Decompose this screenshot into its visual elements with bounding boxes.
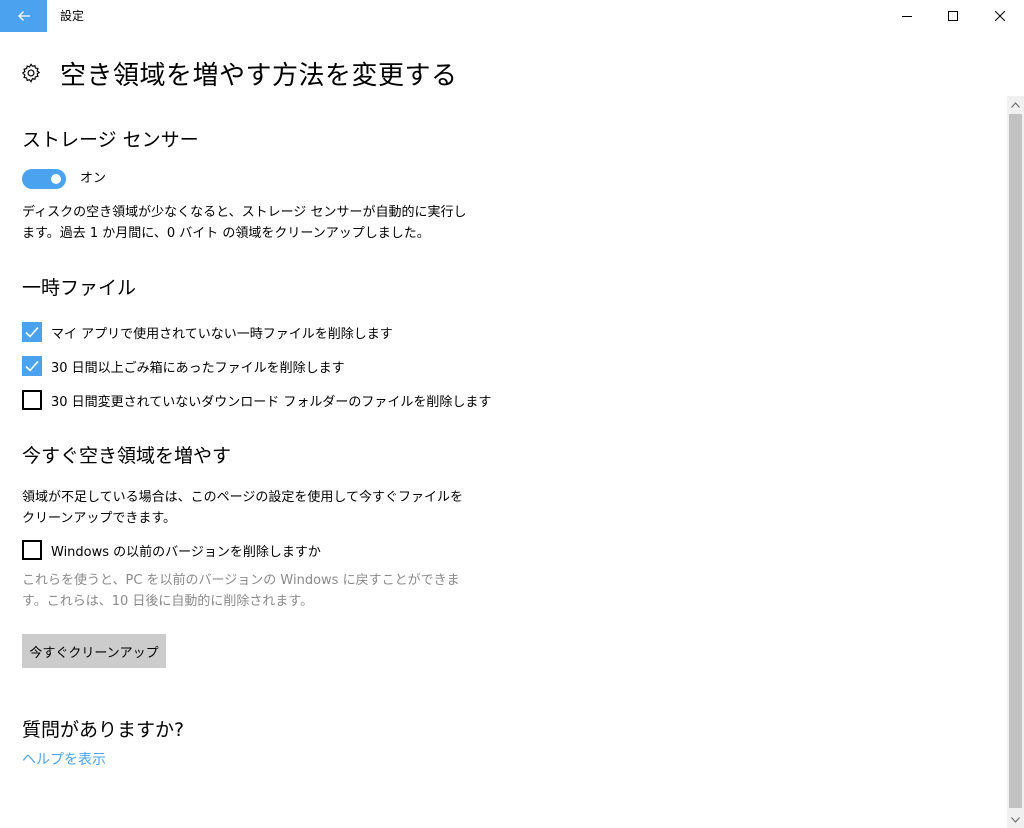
temp-files-heading: 一時ファイル xyxy=(22,277,137,299)
minimize-icon xyxy=(902,16,912,17)
scroll-up-button[interactable] xyxy=(1007,96,1024,113)
clean-now-button[interactable]: 今すぐクリーンアップ xyxy=(22,634,166,668)
page-header: 空き領域を増やす方法を変更する xyxy=(20,56,458,91)
checkbox[interactable] xyxy=(22,390,42,410)
temp-files-option-3[interactable]: 30 日間変更されていないダウンロード フォルダーのファイルを削除します xyxy=(22,390,491,410)
window-title: 設定 xyxy=(60,9,85,23)
checkbox[interactable] xyxy=(22,540,42,560)
temp-files-option-1[interactable]: マイ アプリで使用されていない一時ファイルを削除します xyxy=(22,322,393,342)
temp-files-option-2[interactable]: 30 日間以上ごみ箱にあったファイルを削除します xyxy=(22,356,345,376)
free-space-now-heading: 今すぐ空き領域を増やす xyxy=(22,445,232,467)
scroll-thumb[interactable] xyxy=(1009,114,1022,808)
checkbox[interactable] xyxy=(22,322,42,342)
back-arrow-icon xyxy=(17,11,30,21)
previous-windows-note: これらを使うと、PC を以前のバージョンの Windows に戻すことができます… xyxy=(22,573,460,609)
close-button[interactable] xyxy=(977,0,1023,32)
scroll-down-button[interactable] xyxy=(1007,811,1024,828)
storage-sense-heading: ストレージ センサー xyxy=(22,129,199,151)
checkbox-label: 30 日間変更されていないダウンロード フォルダーのファイルを削除します xyxy=(51,394,492,410)
back-button[interactable] xyxy=(0,0,47,32)
page-title: 空き領域を増やす方法を変更する xyxy=(60,60,458,91)
gear-icon xyxy=(21,63,41,83)
toggle-knob xyxy=(51,174,61,184)
title-bar: 設定 xyxy=(0,0,1024,32)
previous-windows-option[interactable]: Windows の以前のバージョンを削除しますか xyxy=(22,540,321,560)
checkmark-icon xyxy=(25,326,39,338)
free-space-now-description: 領域が不足している場合は、このページの設定を使用して今すぐファイルをクリーンアッ… xyxy=(22,490,463,526)
checkmark-icon xyxy=(25,360,39,372)
storage-sense-toggle[interactable] xyxy=(22,169,66,189)
toggle-state-label: オン xyxy=(80,171,107,186)
checkbox-label: マイ アプリで使用されていない一時ファイルを削除します xyxy=(51,326,393,342)
minimize-button[interactable] xyxy=(884,0,930,32)
maximize-icon xyxy=(948,11,958,21)
chevron-down-icon xyxy=(1011,816,1020,823)
checkbox-label: Windows の以前のバージョンを削除しますか xyxy=(51,544,321,560)
storage-sense-description: ディスクの空き領域が少なくなると、ストレージ センサーが自動的に実行します。過去… xyxy=(22,205,467,241)
vertical-scrollbar[interactable] xyxy=(1007,96,1024,828)
close-icon xyxy=(995,11,1005,21)
chevron-up-icon xyxy=(1011,101,1020,108)
checkbox[interactable] xyxy=(22,356,42,376)
maximize-button[interactable] xyxy=(930,0,976,32)
help-heading: 質問がありますか? xyxy=(22,719,185,741)
checkbox-label: 30 日間以上ごみ箱にあったファイルを削除します xyxy=(51,360,345,376)
help-link[interactable]: ヘルプを表示 xyxy=(22,749,106,769)
